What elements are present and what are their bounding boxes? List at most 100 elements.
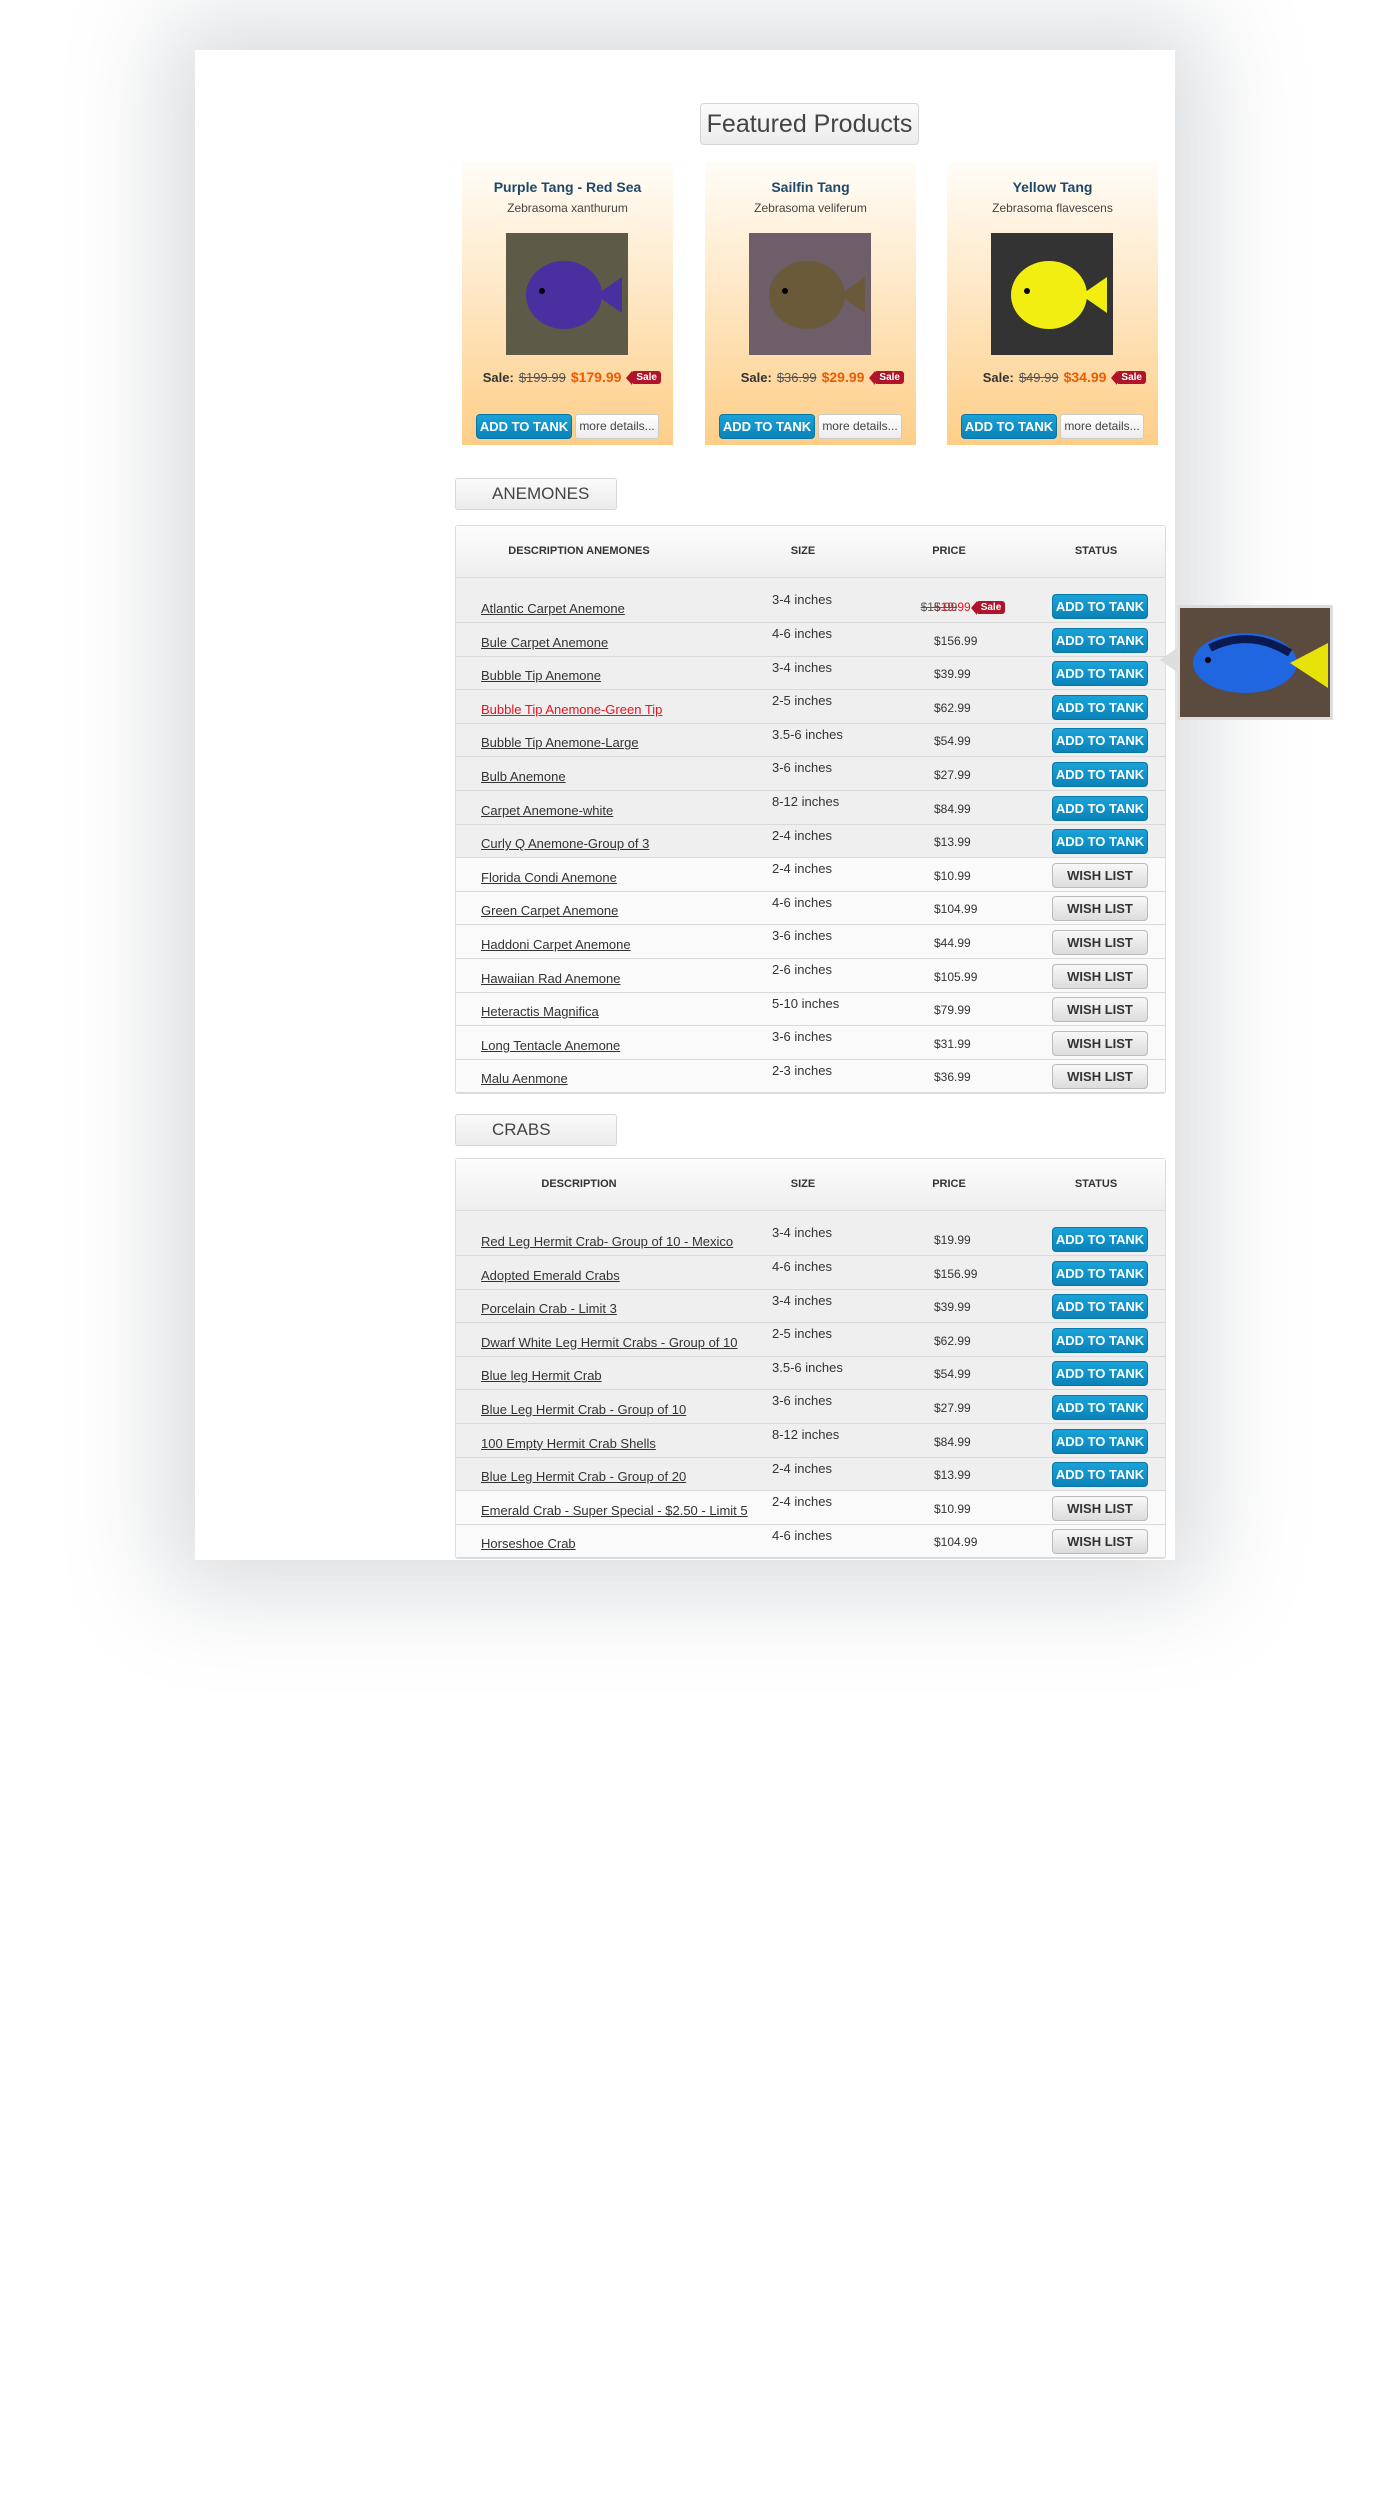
product-link[interactable]: Bubble Tip Anemone-Large [481,735,639,750]
table-row: Blue Leg Hermit Crab - Group of 10 3-6 i… [456,1390,1165,1424]
price: $19.99 [934,1233,971,1247]
product-link[interactable]: Atlantic Carpet Anemone [481,601,625,616]
product-link[interactable]: Florida Condi Anemone [481,870,617,885]
product-name[interactable]: Yellow Tang [947,179,1158,195]
wish-list-button[interactable]: WISH LIST [1052,929,1148,955]
product-link[interactable]: Heteractis Magnifica [481,1004,599,1019]
product-link[interactable]: Bulb Anemone [481,769,566,784]
product-link[interactable]: Bubble Tip Anemone-Green Tip [481,702,662,717]
table-row: Adopted Emerald Crabs 4-6 inches $156.99… [456,1256,1165,1290]
product-image[interactable] [749,233,871,355]
add-to-tank-button[interactable]: ADD TO TANK [1052,1294,1148,1320]
table-row: Hawaiian Rad Anemone 2-6 inches $105.99 … [456,958,1165,993]
price: $13.99 [934,1468,971,1483]
price: $27.99 [934,767,971,782]
product-name[interactable]: Purple Tang - Red Sea [462,179,673,195]
sale-tag-icon: Sale [626,370,661,385]
price: $27.99 [934,1400,971,1415]
product-link[interactable]: Horseshoe Crab [481,1536,576,1551]
add-to-tank-button[interactable]: ADD TO TANK [1052,1260,1148,1286]
size: 4-6 inches [772,1527,832,1543]
section-tab-crabs[interactable]: CRABS [455,1114,617,1146]
table-row: Porcelain Crab - Limit 3 3-4 inches $39.… [456,1289,1165,1324]
add-to-tank-button[interactable]: ADD TO TANK [1052,1327,1148,1353]
table-row: Horseshoe Crab 4-6 inches $104.99 WISH L… [456,1524,1165,1559]
product-link[interactable]: Malu Aenmone [481,1071,568,1086]
add-to-tank-button[interactable]: ADD TO TANK [961,414,1057,439]
price: $36.99 [934,1070,971,1085]
add-to-tank-button[interactable]: ADD TO TANK [1052,829,1148,855]
table-row: Dwarf White Leg Hermit Crabs - Group of … [456,1323,1165,1357]
column-header: SIZE [790,1178,816,1190]
add-to-tank-button[interactable]: ADD TO TANK [1052,594,1148,619]
product-link[interactable]: 100 Empty Hermit Crab Shells [481,1436,656,1451]
add-to-tank-button[interactable]: ADD TO TANK [1052,1361,1148,1387]
size: 3-4 inches [772,1225,832,1240]
wish-list-button[interactable]: WISH LIST [1052,1495,1148,1521]
section-tab-anemones[interactable]: ANEMONES [455,478,617,510]
product-link[interactable]: Bule Carpet Anemone [481,635,608,650]
product-link[interactable]: Haddoni Carpet Anemone [481,937,631,952]
product-scientific-name: Zebrasoma veliferum [754,201,867,215]
product-preview-image [1177,605,1333,720]
product-link[interactable]: Bubble Tip Anemone [481,668,601,683]
table-row: Curly Q Anemone-Group of 3 2-4 inches $1… [456,824,1165,859]
price: $62.99 [934,1333,971,1348]
more-details-button[interactable]: more details... [818,414,902,439]
wish-list-button[interactable]: WISH LIST [1052,1529,1148,1555]
product-link[interactable]: Blue Leg Hermit Crab - Group of 20 [481,1469,686,1484]
featured-title: Featured Products [700,103,919,145]
product-link[interactable]: Emerald Crab - Super Special - $2.50 - L… [481,1503,748,1518]
price: $84.99 [934,1434,971,1449]
product-name[interactable]: Sailfin Tang [705,179,916,195]
table-row: Atlantic Carpet Anemone 3-4 inches $15.9… [456,578,1165,623]
add-to-tank-button[interactable]: ADD TO TANK [1052,1227,1148,1252]
product-image[interactable] [991,233,1113,355]
add-to-tank-button[interactable]: ADD TO TANK [1052,627,1148,653]
table-row: Haddoni Carpet Anemone 3-6 inches $44.99… [456,925,1165,959]
sale-label: Sale: [482,369,514,385]
add-to-tank-button[interactable]: ADD TO TANK [1052,1394,1148,1420]
more-details-button[interactable]: more details... [575,414,659,439]
size: 4-6 inches [772,894,832,910]
product-link[interactable]: Adopted Emerald Crabs [481,1268,620,1283]
product-link[interactable]: Long Tentacle Anemone [481,1038,620,1053]
size: 3.5-6 inches [772,1359,843,1375]
product-link[interactable]: Dwarf White Leg Hermit Crabs - Group of … [481,1335,737,1350]
product-link[interactable]: Blue Leg Hermit Crab - Group of 10 [481,1402,686,1417]
wish-list-button[interactable]: WISH LIST [1052,896,1148,922]
price: $13.99 [934,835,971,850]
featured-product-card: Sailfin Tang Zebrasoma veliferum Sale: $3… [705,162,916,445]
product-link[interactable]: Hawaiian Rad Anemone [481,971,620,986]
add-to-tank-button[interactable]: ADD TO TANK [1052,1462,1148,1488]
product-link[interactable]: Porcelain Crab - Limit 3 [481,1301,617,1316]
wish-list-button[interactable]: WISH LIST [1052,1030,1148,1056]
add-to-tank-button[interactable]: ADD TO TANK [1052,1428,1148,1454]
add-to-tank-button[interactable]: ADD TO TANK [1052,761,1148,787]
add-to-tank-button[interactable]: ADD TO TANK [1052,661,1148,687]
wish-list-button[interactable]: WISH LIST [1052,1064,1148,1090]
wish-list-button[interactable]: WISH LIST [1052,997,1148,1023]
price: $31.99 [934,1036,971,1051]
product-image[interactable] [506,233,628,355]
more-details-button[interactable]: more details... [1060,414,1144,439]
product-table-crabs: DESCRIPTION SIZE PRICE STATUS Red Leg Hermi… [455,1158,1166,1560]
product-link[interactable]: Green Carpet Anemone [481,903,618,918]
product-link[interactable]: Curly Q Anemone-Group of 3 [481,836,649,851]
add-to-tank-button[interactable]: ADD TO TANK [1052,728,1148,754]
size: 3-4 inches [772,659,832,675]
add-to-tank-button[interactable]: ADD TO TANK [719,414,815,439]
wish-list-button[interactable]: WISH LIST [1052,862,1148,888]
column-header: PRICE [932,1178,966,1190]
add-to-tank-button[interactable]: ADD TO TANK [476,414,572,439]
table-header: DESCRIPTION ANEMONES SIZE PRICE STATUS [456,526,1165,578]
product-link[interactable]: Blue leg Hermit Crab [481,1368,602,1383]
price: $39.99 [934,667,971,682]
product-link[interactable]: Carpet Anemone-white [481,803,613,818]
column-header: PRICE [932,545,966,557]
product-link[interactable]: Red Leg Hermit Crab- Group of 10 - Mexic… [481,1234,733,1249]
add-to-tank-button[interactable]: ADD TO TANK [1052,694,1148,720]
add-to-tank-button[interactable]: ADD TO TANK [1052,795,1148,821]
size: 2-6 inches [772,961,832,977]
wish-list-button[interactable]: WISH LIST [1052,963,1148,989]
